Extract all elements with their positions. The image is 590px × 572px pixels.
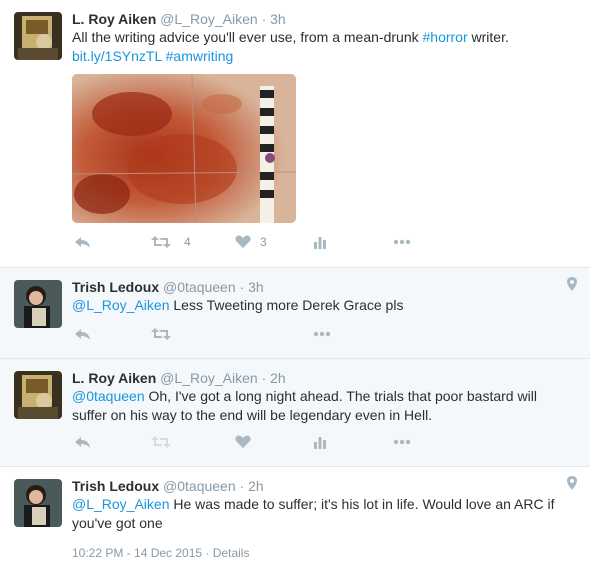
tweet-actions: 4 3 — [72, 232, 432, 252]
hashtag-horror[interactable]: #horror — [423, 29, 468, 45]
full-timestamp[interactable]: 10:22 PM - 14 Dec 2015 — [72, 546, 202, 560]
tweet-text: @L_Roy_Aiken Less Tweeting more Derek Gr… — [72, 296, 572, 315]
text-part: Less Tweeting more Derek Grace pls — [169, 297, 404, 313]
more-icon[interactable] — [392, 432, 412, 452]
mention-link[interactable]: @0taqueen — [72, 388, 145, 404]
timestamp[interactable]: 2h — [270, 370, 286, 386]
avatar[interactable] — [14, 280, 62, 328]
time-separator: · — [239, 478, 245, 494]
analytics-icon[interactable] — [312, 232, 328, 252]
location-pin-icon[interactable] — [566, 475, 578, 494]
tweet-actions — [72, 432, 432, 452]
handle[interactable]: @L_Roy_Aiken — [160, 370, 258, 386]
display-name[interactable]: L. Roy Aiken — [72, 370, 156, 386]
like-count: 3 — [260, 235, 267, 249]
hashtag-amwriting[interactable]: #amwriting — [166, 48, 234, 64]
tweet-4[interactable]: Trish Ledoux @0taqueen · 2h @L_Roy_Aiken… — [0, 467, 590, 572]
retweet-icon[interactable] — [150, 232, 172, 252]
handle[interactable]: @L_Roy_Aiken — [160, 11, 258, 27]
timestamp[interactable]: 2h — [248, 478, 264, 494]
avatar[interactable] — [14, 371, 62, 419]
tweet-header: Trish Ledoux @0taqueen · 3h — [72, 278, 264, 296]
tweet-footer: 10:22 PM - 14 Dec 2015 · Details — [72, 545, 249, 561]
tweet-actions — [72, 324, 432, 344]
tweet-1[interactable]: L. Roy Aiken @L_Roy_Aiken · 3h All the w… — [0, 0, 590, 268]
display-name[interactable]: Trish Ledoux — [72, 478, 159, 494]
tweet-text: @0taqueen Oh, I've got a long night ahea… — [72, 387, 572, 425]
tweet-header: L. Roy Aiken @L_Roy_Aiken · 3h — [72, 10, 286, 28]
retweet-icon[interactable] — [150, 324, 172, 344]
analytics-icon[interactable] — [312, 432, 328, 452]
timestamp[interactable]: 3h — [270, 11, 286, 27]
avatar[interactable] — [14, 479, 62, 527]
reply-icon[interactable] — [74, 432, 92, 452]
tweet-header: Trish Ledoux @0taqueen · 2h — [72, 477, 264, 495]
mention-link[interactable]: @L_Roy_Aiken — [72, 297, 170, 313]
reply-icon[interactable] — [74, 324, 92, 344]
display-name[interactable]: L. Roy Aiken — [72, 11, 156, 27]
heart-icon[interactable] — [234, 432, 252, 452]
handle[interactable]: @0taqueen — [163, 478, 236, 494]
timestamp[interactable]: 3h — [248, 279, 264, 295]
tweet-text: All the writing advice you'll ever use, … — [72, 28, 572, 66]
retweet-icon[interactable] — [150, 432, 172, 452]
time-separator: · — [239, 279, 245, 295]
handle[interactable]: @0taqueen — [163, 279, 236, 295]
tweet-photo[interactable] — [72, 74, 296, 223]
tweet-text: @L_Roy_Aiken He was made to suffer; it's… — [72, 495, 572, 533]
more-icon[interactable] — [312, 324, 332, 344]
time-separator: · — [261, 11, 267, 27]
text-part: writer. — [467, 29, 509, 45]
text-part: All the writing advice you'll ever use, … — [72, 29, 423, 45]
time-separator: · — [261, 370, 267, 386]
avatar[interactable] — [14, 12, 62, 60]
details-separator: · — [205, 546, 210, 560]
details-link[interactable]: Details — [213, 546, 250, 560]
tweet-header: L. Roy Aiken @L_Roy_Aiken · 2h — [72, 369, 286, 387]
reply-icon[interactable] — [74, 232, 92, 252]
tweet-3[interactable]: L. Roy Aiken @L_Roy_Aiken · 2h @0taqueen… — [0, 359, 590, 467]
url-link[interactable]: bit.ly/1SYnzTL — [72, 48, 162, 64]
retweet-count: 4 — [184, 235, 191, 249]
tweet-2[interactable]: Trish Ledoux @0taqueen · 3h @L_Roy_Aiken… — [0, 268, 590, 359]
location-pin-icon[interactable] — [566, 276, 578, 295]
heart-icon[interactable] — [234, 232, 252, 252]
mention-link[interactable]: @L_Roy_Aiken — [72, 496, 170, 512]
display-name[interactable]: Trish Ledoux — [72, 279, 159, 295]
more-icon[interactable] — [392, 232, 412, 252]
